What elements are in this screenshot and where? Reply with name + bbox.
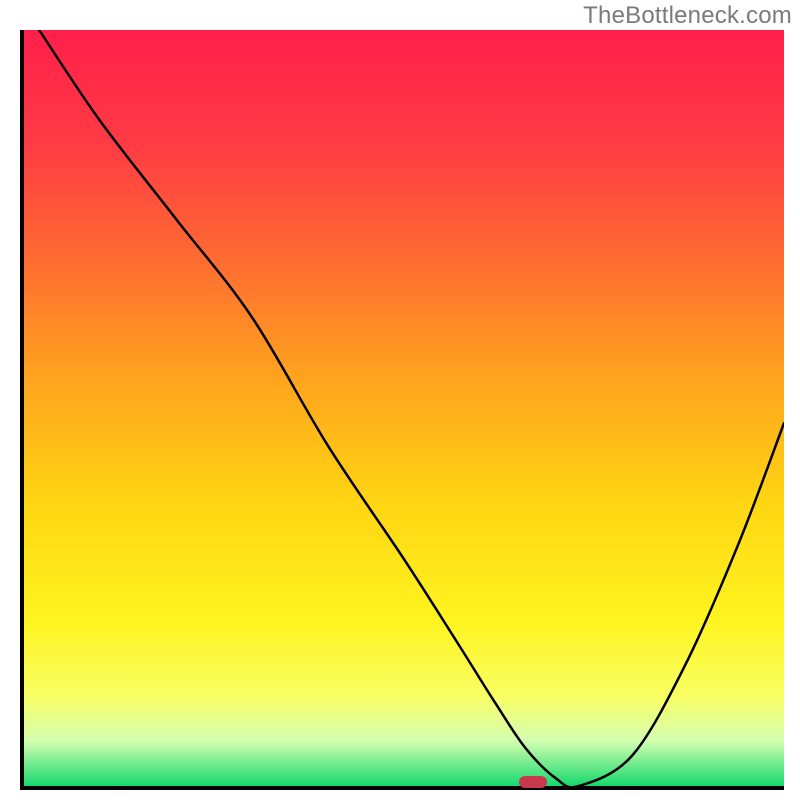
- bottleneck-curve-line: [39, 30, 784, 786]
- plot-area: [20, 30, 784, 790]
- curve-layer: [24, 30, 784, 786]
- watermark-text: TheBottleneck.com: [583, 2, 792, 30]
- optimal-marker-icon: [519, 776, 547, 788]
- chart-container: TheBottleneck.com: [0, 0, 800, 800]
